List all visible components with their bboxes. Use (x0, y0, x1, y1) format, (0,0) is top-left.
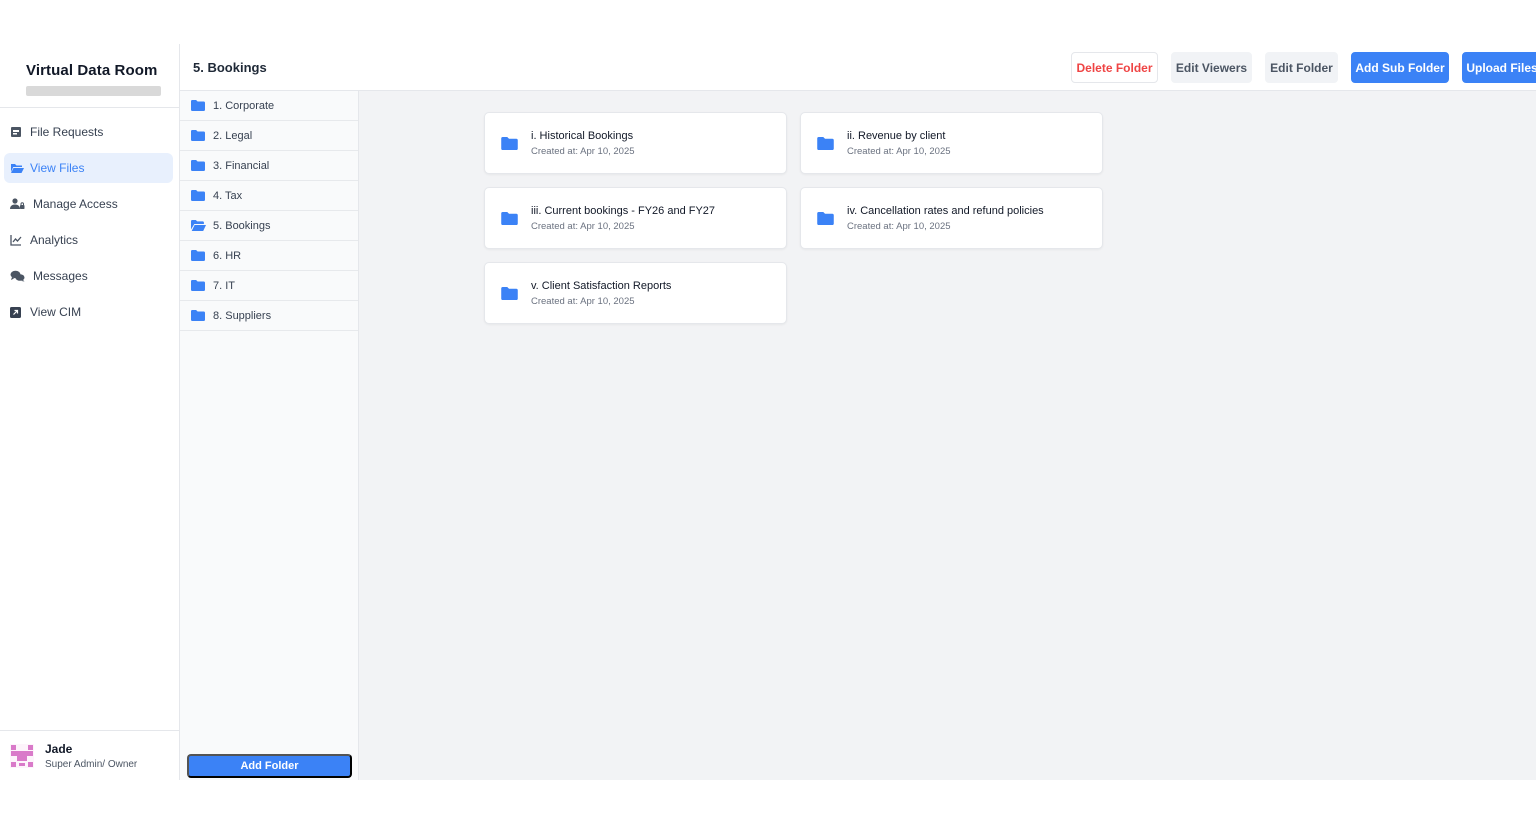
avatar (10, 743, 34, 768)
folder-icon (191, 160, 213, 171)
folder-icon (501, 286, 531, 300)
delete-folder-button[interactable]: Delete Folder (1071, 52, 1158, 83)
chat-bubbles-icon (10, 270, 33, 282)
user-lock-icon (10, 198, 33, 210)
user-profile[interactable]: Jade Super Admin/ Owner (0, 730, 180, 780)
subfolder-name: iii. Current bookings - FY26 and FY27 (531, 204, 716, 217)
content-header: 5. Bookings Delete Folder Edit Viewers E… (180, 44, 1536, 91)
file-request-icon (10, 126, 30, 138)
subfolder-name: v. Client Satisfaction Reports (531, 279, 672, 292)
app-shell: Virtual Data Room File Requests View Fil… (0, 44, 1536, 780)
subfolder-info: ii. Revenue by client Created at: Apr 10… (847, 130, 951, 157)
folder-icon (191, 250, 213, 261)
tree-folder-item[interactable]: 8. Suppliers (180, 301, 358, 331)
tree-folder-label: 7. IT (213, 279, 236, 292)
sidebar-item-file-requests[interactable]: File Requests (4, 117, 173, 147)
sidebar-item-label: Manage Access (33, 197, 118, 211)
user-name: Jade (45, 741, 73, 756)
page-title: 5. Bookings (193, 60, 267, 75)
tree-folder-label: 1. Corporate (213, 99, 275, 112)
subfolder-card[interactable]: v. Client Satisfaction Reports Created a… (484, 262, 787, 324)
redacted-subtitle-bar (26, 86, 161, 96)
chart-line-icon (10, 234, 30, 246)
tree-folder-label: 4. Tax (213, 189, 243, 202)
subfolder-created: Created at: Apr 10, 2025 (847, 220, 951, 232)
subfolder-info: iv. Cancellation rates and refund polici… (847, 205, 1044, 232)
app-title: Virtual Data Room (26, 62, 158, 79)
open-folder-icon (191, 220, 213, 231)
subfolder-created: Created at: Apr 10, 2025 (531, 295, 635, 307)
sidebar-item-label: Messages (33, 269, 88, 283)
tree-folder-item[interactable]: 6. HR (180, 241, 358, 271)
folder-tree: 1. Corporate 2. Legal 3. Financial 4. Ta… (180, 91, 359, 780)
subfolder-area: i. Historical Bookings Created at: Apr 1… (359, 91, 1536, 780)
folder-icon (191, 190, 213, 201)
tree-folder-label: 2. Legal (213, 129, 253, 142)
folder-icon (817, 136, 847, 150)
subfolder-grid: i. Historical Bookings Created at: Apr 1… (484, 112, 1418, 324)
folder-icon (501, 136, 531, 150)
subfolder-card[interactable]: iii. Current bookings - FY26 and FY27 Cr… (484, 187, 787, 249)
folder-icon (191, 280, 213, 291)
sidebar-item-analytics[interactable]: Analytics (4, 225, 173, 255)
folder-icon (191, 100, 213, 111)
tree-folder-item[interactable]: 2. Legal (180, 121, 358, 151)
edit-viewers-button[interactable]: Edit Viewers (1171, 52, 1252, 83)
folder-icon (501, 211, 531, 225)
tree-folder-item[interactable]: 4. Tax (180, 181, 358, 211)
sidebar-item-label: File Requests (30, 125, 104, 139)
edit-folder-button[interactable]: Edit Folder (1265, 52, 1338, 83)
open-folder-icon (10, 162, 30, 174)
tree-folder-item[interactable]: 1. Corporate (180, 91, 358, 121)
sidebar-item-view-cim[interactable]: View CIM (4, 297, 173, 327)
subfolder-card[interactable]: ii. Revenue by client Created at: Apr 10… (800, 112, 1103, 174)
header-actions: Delete Folder Edit Viewers Edit Folder A… (1071, 52, 1536, 83)
subfolder-created: Created at: Apr 10, 2025 (531, 145, 635, 157)
tree-folder-label: 6. HR (213, 249, 242, 262)
folder-icon (191, 310, 213, 321)
subfolder-card[interactable]: iv. Cancellation rates and refund polici… (800, 187, 1103, 249)
subfolder-created: Created at: Apr 10, 2025 (531, 220, 635, 232)
add-sub-folder-button[interactable]: Add Sub Folder (1351, 52, 1449, 83)
sidebar: Virtual Data Room File Requests View Fil… (0, 44, 180, 780)
subfolder-name: iv. Cancellation rates and refund polici… (847, 204, 1044, 217)
external-link-icon (10, 306, 30, 318)
tree-folder-item[interactable]: 7. IT (180, 271, 358, 301)
sidebar-item-manage-access[interactable]: Manage Access (4, 189, 173, 219)
sidebar-item-view-files[interactable]: View Files (4, 153, 173, 183)
sidebar-item-messages[interactable]: Messages (4, 261, 173, 291)
sidebar-nav: File Requests View Files Manage Access A… (0, 108, 179, 327)
sidebar-item-label: Analytics (30, 233, 79, 247)
folder-icon (191, 130, 213, 141)
folder-icon (817, 211, 847, 225)
subfolder-created: Created at: Apr 10, 2025 (847, 145, 951, 157)
upload-files-button[interactable]: Upload Files (1462, 52, 1536, 83)
subfolder-name: ii. Revenue by client (847, 129, 946, 142)
tree-folder-label: 3. Financial (213, 159, 270, 172)
subfolder-info: iii. Current bookings - FY26 and FY27 Cr… (531, 205, 715, 232)
sidebar-item-label: View Files (30, 161, 85, 175)
subfolder-card[interactable]: i. Historical Bookings Created at: Apr 1… (484, 112, 787, 174)
brand: Virtual Data Room (0, 44, 179, 108)
subfolder-info: i. Historical Bookings Created at: Apr 1… (531, 130, 635, 157)
user-role: Super Admin/ Owner (45, 758, 138, 770)
user-info: Jade Super Admin/ Owner (45, 742, 137, 770)
subfolder-name: i. Historical Bookings (531, 129, 634, 142)
tree-folder-item[interactable]: 3. Financial (180, 151, 358, 181)
sidebar-item-label: View CIM (30, 305, 82, 319)
tree-folder-item-active[interactable]: 5. Bookings (180, 211, 358, 241)
tree-folder-label: 8. Suppliers (213, 309, 272, 322)
add-folder-button[interactable]: Add Folder (187, 754, 352, 778)
subfolder-info: v. Client Satisfaction Reports Created a… (531, 280, 671, 307)
tree-folder-label: 5. Bookings (213, 219, 271, 232)
